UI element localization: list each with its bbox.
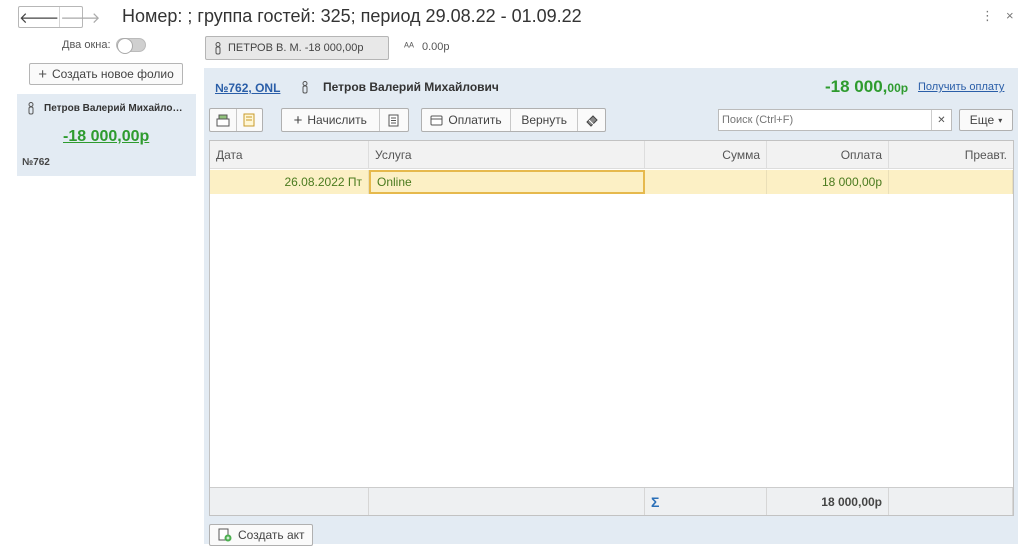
- chevron-down-icon: ▾: [998, 115, 1003, 125]
- payment-buttons-group: Оплатить Вернуть: [421, 108, 606, 132]
- cell-service[interactable]: Online: [369, 170, 645, 194]
- plus-icon: +: [38, 65, 47, 83]
- group-balance-value: 0.00р: [421, 41, 450, 53]
- table-row[interactable]: 26.08.2022 Пт Online 18 000,00р: [210, 170, 1013, 194]
- charge-buttons-group: + Начислить: [281, 108, 409, 132]
- charge-label: Начислить: [307, 113, 367, 127]
- search-box: ✕: [718, 109, 952, 131]
- group-people-icon: ᴬᴬ: [404, 41, 414, 53]
- panel-amount-cents: 00р: [887, 81, 909, 95]
- guest-tab[interactable]: ПЕТРОВ В. М. -18 000,00р: [205, 36, 389, 60]
- more-button[interactable]: Еще ▾: [959, 109, 1013, 131]
- refund-button[interactable]: Вернуть: [510, 109, 577, 131]
- charge-button[interactable]: + Начислить: [282, 109, 379, 131]
- back-button[interactable]: 🡐: [19, 7, 59, 27]
- eraser-icon: [585, 115, 598, 127]
- column-header-service[interactable]: Услуга: [369, 141, 645, 168]
- column-header-preauth[interactable]: Преавт.: [889, 141, 1013, 168]
- title-bar: 🡐 🡒 Номер: ; группа гостей: 325; период …: [0, 0, 1024, 34]
- table-footer: Σ 18 000,00р: [210, 487, 1013, 515]
- list-document-icon: [388, 114, 399, 126]
- create-folio-label: Создать новое фолио: [51, 67, 174, 81]
- toolbar: + Начислить Оплатить Вернуть ✕ Еще: [204, 108, 1018, 134]
- cell-payment[interactable]: 18 000,00р: [767, 170, 889, 194]
- panel-guest-name: Петров Валерий Михайлович: [323, 80, 499, 94]
- attach-button[interactable]: [577, 109, 605, 131]
- panel-amount-main: -18 000,: [825, 77, 888, 96]
- create-folio-button[interactable]: + Создать новое фолио: [29, 63, 183, 85]
- panel-amount: -18 000,00р: [825, 77, 908, 97]
- table-header: Дата Услуга Сумма Оплата Преавт.: [210, 141, 1013, 169]
- folio-guest: Петров Валерий Михайло…: [27, 102, 182, 115]
- footer-sum: Σ: [645, 488, 767, 515]
- more-menu-icon[interactable]: ⋮: [981, 8, 994, 24]
- folio-amount[interactable]: -18 000,00р: [63, 128, 149, 146]
- cell-date[interactable]: 26.08.2022 Пт: [210, 170, 369, 194]
- more-label: Еще: [969, 113, 995, 127]
- view-buttons-group: [209, 108, 263, 132]
- plus-icon: +: [293, 111, 303, 129]
- panel-guest: Петров Валерий Михайлович: [301, 80, 499, 94]
- arrow-left-icon: 🡐: [19, 9, 60, 27]
- footer-preauth: [889, 488, 1013, 515]
- person-icon: [302, 80, 308, 93]
- wallet-icon: [430, 115, 443, 125]
- refund-label: Вернуть: [521, 113, 568, 127]
- create-act-label: Создать акт: [238, 528, 305, 542]
- close-icon[interactable]: ×: [1006, 8, 1014, 23]
- folio-guest-name: Петров Валерий Михайло…: [44, 103, 183, 114]
- window-title: Номер: ; группа гостей: 325; период 29.0…: [122, 6, 582, 26]
- folio-view-button[interactable]: [210, 109, 236, 131]
- footer-date: [210, 488, 369, 515]
- person-icon: [28, 102, 34, 115]
- folio-number-link[interactable]: №762, ONL: [215, 81, 280, 95]
- cell-sum[interactable]: [645, 170, 767, 194]
- column-header-date[interactable]: Дата: [210, 141, 369, 168]
- group-balance: ᴬᴬ 0.00р: [404, 41, 450, 53]
- footer-payment-total: 18 000,00р: [767, 488, 889, 515]
- document-add-icon: [218, 528, 232, 542]
- cell-preauth[interactable]: [889, 170, 1013, 194]
- cash-register-icon: [216, 114, 230, 126]
- two-windows-label: Два окна:: [62, 39, 111, 51]
- clear-search-icon[interactable]: ✕: [931, 110, 951, 130]
- charges-list-button[interactable]: [378, 109, 408, 131]
- pay-label: Оплатить: [448, 113, 502, 127]
- footer-service: [369, 488, 645, 515]
- pay-button[interactable]: Оплатить: [422, 109, 510, 131]
- two-windows-toggle[interactable]: [115, 38, 146, 54]
- folio-card[interactable]: Петров Валерий Михайло… -18 000,00р №762: [17, 94, 196, 176]
- column-header-payment[interactable]: Оплата: [767, 141, 889, 168]
- guest-tab-label: ПЕТРОВ В. М. -18 000,00р: [228, 42, 364, 54]
- arrow-right-icon: 🡒: [60, 9, 101, 27]
- forward-button[interactable]: 🡒: [59, 7, 100, 27]
- search-input[interactable]: [719, 110, 931, 130]
- folio-number: №762: [22, 157, 50, 168]
- person-icon: [215, 41, 221, 54]
- column-header-sum[interactable]: Сумма: [645, 141, 767, 168]
- folio-table: Дата Услуга Сумма Оплата Преавт. 26.08.2…: [209, 140, 1014, 516]
- document-icon: [243, 113, 255, 127]
- sigma-icon: Σ: [651, 493, 660, 510]
- document-view-button[interactable]: [235, 109, 262, 131]
- two-windows-switch: Два окна:: [62, 38, 146, 54]
- navigation-buttons: 🡐 🡒: [18, 6, 100, 28]
- get-payment-link[interactable]: Получить оплату: [918, 81, 1004, 93]
- create-act-button[interactable]: Создать акт: [209, 524, 313, 546]
- folio-panel: №762, ONL Петров Валерий Михайлович -18 …: [204, 68, 1018, 544]
